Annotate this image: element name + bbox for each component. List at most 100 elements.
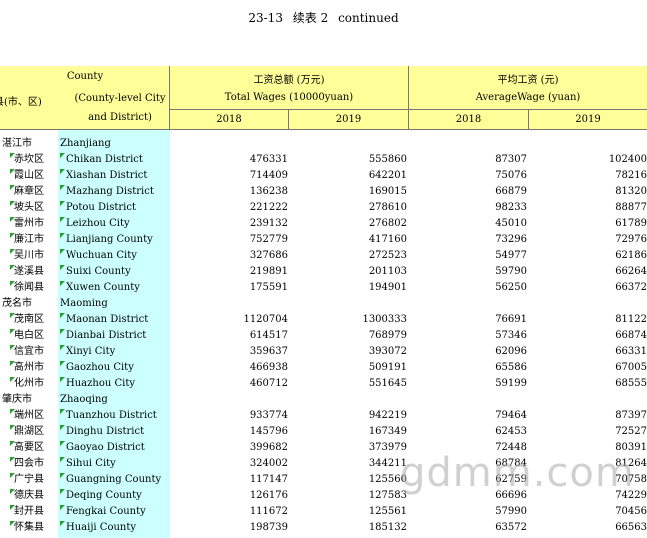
average-wage-2019-cell: 87397 — [615, 410, 647, 421]
region-name-en: Dinghu District — [66, 426, 145, 437]
comment-marker-icon — [10, 425, 15, 430]
table-row: 信宜市 Xinyi City 359637 393072 62096 66331 — [0, 344, 647, 360]
city-name-en: Maoming — [60, 298, 108, 309]
average-wage-2018-cell: 57990 — [495, 506, 527, 517]
total-wages-2019-cell: 276802 — [368, 218, 407, 229]
total-wages-2019-cell: 373979 — [368, 442, 407, 453]
region-name-en: Xinyi City — [66, 346, 116, 357]
header-avg-cn: 平均工资 (元) — [497, 75, 559, 86]
total-wages-2018-cell: 239132 — [249, 218, 288, 229]
comment-marker-icon — [60, 169, 65, 174]
comment-marker-icon — [10, 377, 15, 382]
total-wages-2019-cell: 125561 — [368, 506, 407, 517]
average-wage-2018-cell: 62453 — [495, 426, 527, 437]
comment-marker-icon — [60, 361, 65, 366]
comment-marker-icon — [10, 345, 15, 350]
average-wage-2018-cell: 57346 — [495, 330, 527, 341]
comment-marker-icon — [10, 249, 15, 254]
table-row: 鼎湖区 Dinghu District 145796 167349 62453 72527 — [0, 424, 647, 440]
table-row: 廉江市 Lianjiang County 752779 417160 73296 7297… — [0, 232, 647, 248]
total-wages-2019-cell: 278610 — [368, 202, 407, 213]
average-wage-2019-cell: 61789 — [615, 218, 647, 229]
average-wage-2018-cell: 45010 — [495, 218, 527, 229]
header-county-en3: and District) — [88, 112, 152, 123]
comment-marker-icon — [10, 169, 15, 174]
comment-marker-icon — [60, 345, 65, 350]
header-county-cn: 县(市、区) — [0, 97, 42, 108]
region-name-en: Potou District — [66, 202, 136, 213]
table-row: 霞山区 Xiashan District 714409 642201 75076 7821… — [0, 168, 647, 184]
average-wage-2018-cell: 65586 — [495, 362, 527, 373]
region-name-en: Maonan District — [66, 314, 149, 325]
comment-marker-icon — [60, 505, 65, 510]
header-year-avg-2018: 2018 — [409, 110, 529, 130]
total-wages-2019-cell: 509191 — [368, 362, 407, 373]
total-wages-2019-cell: 201103 — [368, 266, 407, 277]
header-county: County (County-level City and District) … — [0, 66, 170, 130]
comment-marker-icon — [10, 441, 15, 446]
average-wage-2018-cell: 73296 — [495, 234, 527, 245]
header-avg-en: AverageWage (yuan) — [475, 92, 581, 103]
average-wage-2018-cell: 75076 — [495, 170, 527, 181]
city-name-cn: 湛江市 — [2, 138, 32, 149]
average-wage-2019-cell: 66331 — [615, 346, 647, 357]
region-name-en: Chikan District — [66, 154, 143, 165]
header-total-wages: 工资总额 (万元) Total Wages (10000yuan) — [170, 66, 409, 110]
average-wage-2019-cell: 62186 — [615, 250, 647, 261]
total-wages-2019-cell: 344211 — [368, 458, 407, 469]
table-row: 雷州市 Leizhou City 239132 276802 45010 61789 — [0, 216, 647, 232]
table-row: 封开县 Fengkai County 111672 125561 57990 70456 — [0, 504, 647, 520]
city-row: 湛江市 Zhanjiang — [0, 136, 647, 152]
header-county-en2: (County-level City — [74, 93, 166, 104]
total-wages-2018-cell: 476331 — [249, 154, 288, 165]
comment-marker-icon — [10, 505, 15, 510]
table-row: 赤坎区 Chikan District 476331 555860 87307 10240… — [0, 152, 647, 168]
comment-marker-icon — [10, 233, 15, 238]
total-wages-2019-cell: 942219 — [368, 410, 407, 421]
table-title: 23-13 续表 2 continued — [0, 0, 647, 66]
header-year-total-2019: 2019 — [289, 110, 409, 130]
average-wage-2019-cell: 68555 — [615, 378, 647, 389]
comment-marker-icon — [60, 313, 65, 318]
total-wages-2018-cell: 752779 — [249, 234, 288, 245]
total-wages-2019-cell: 272523 — [368, 250, 407, 261]
city-row: 茂名市 Maoming — [0, 296, 647, 312]
total-wages-2018-cell: 324002 — [249, 458, 288, 469]
total-wages-2019-cell: 393072 — [368, 346, 407, 357]
table-row: 徐闻县 Xuwen County 175591 194901 56250 66372 — [0, 280, 647, 296]
total-wages-2019-cell: 642201 — [368, 170, 407, 181]
table-row: 怀集县 Huaiji County 198739 185132 63572 66563 — [0, 520, 647, 536]
total-wages-2018-cell: 714409 — [249, 170, 288, 181]
comment-marker-icon — [60, 457, 65, 462]
average-wage-2018-cell: 59790 — [495, 266, 527, 277]
region-name-en: Dianbai District — [66, 330, 147, 341]
average-wage-2019-cell: 66563 — [615, 522, 647, 533]
comment-marker-icon — [10, 329, 15, 334]
region-name-en: Tuanzhou District — [66, 410, 157, 421]
total-wages-2019-cell: 127583 — [368, 490, 407, 501]
average-wage-2019-cell: 72976 — [615, 234, 647, 245]
city-name-en: Zhanjiang — [60, 138, 111, 149]
table-row: 遂溪县 Suixi County 219891 201103 59790 66264 — [0, 264, 647, 280]
total-wages-2018-cell: 136238 — [249, 186, 288, 197]
city-name-cn: 肇庆市 — [2, 394, 32, 405]
table-number: 23-13 — [248, 11, 283, 25]
region-name-en: Fengkai County — [66, 506, 146, 517]
region-name-en: Lianjiang County — [66, 234, 153, 245]
average-wage-2019-cell: 88877 — [615, 202, 647, 213]
comment-marker-icon — [60, 201, 65, 206]
header-year-avg-2019: 2019 — [529, 110, 647, 130]
average-wage-2018-cell: 54977 — [495, 250, 527, 261]
watermark: gdmm.com — [400, 450, 635, 496]
comment-marker-icon — [60, 249, 65, 254]
comment-marker-icon — [60, 377, 65, 382]
total-wages-2019-cell: 185132 — [368, 522, 407, 533]
comment-marker-icon — [10, 313, 15, 318]
comment-marker-icon — [60, 473, 65, 478]
total-wages-2018-cell: 614517 — [249, 330, 288, 341]
comment-marker-icon — [10, 409, 15, 414]
total-wages-2018-cell: 399682 — [249, 442, 288, 453]
region-name-en: Huazhou City — [66, 378, 135, 389]
total-wages-2018-cell: 460712 — [249, 378, 288, 389]
city-name-en: Zhaoqing — [60, 394, 108, 405]
